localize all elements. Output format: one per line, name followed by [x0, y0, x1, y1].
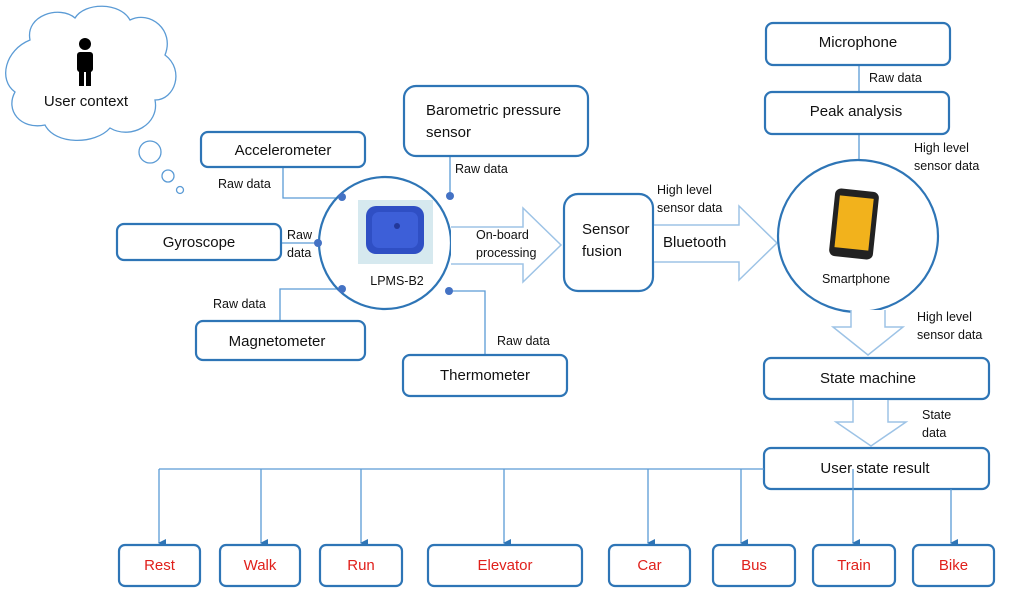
- accelerometer-label: Accelerometer: [235, 142, 332, 159]
- person-icon: [77, 38, 93, 86]
- port-dot: [446, 192, 454, 200]
- smartphone-node: Smartphone: [776, 158, 940, 314]
- data-label: data: [922, 426, 946, 440]
- thermometer-label: Thermometer: [440, 367, 530, 384]
- raw-data-label: Raw data: [497, 334, 550, 348]
- state-data-down-arrow: [833, 400, 909, 447]
- gyroscope-box: Gyroscope: [115, 222, 283, 262]
- state-box-bike: Bike: [911, 543, 996, 588]
- high-level-label: High level: [657, 183, 712, 197]
- state-box-elevator: Elevator: [426, 543, 584, 588]
- onboard-label-2: processing: [476, 246, 536, 260]
- bluetooth-label: Bluetooth: [663, 234, 726, 251]
- port-dot: [338, 193, 346, 201]
- imu-device-icon: [358, 200, 433, 264]
- barometric-label-1: Barometric pressure: [426, 102, 561, 119]
- state-label: Rest: [144, 557, 176, 574]
- sensor-fusion-box: Sensor fusion: [562, 192, 655, 293]
- state-box-train: Train: [811, 543, 897, 588]
- raw-data-label: Raw data: [869, 71, 922, 85]
- barometric-box: Barometric pressure sensor: [402, 84, 590, 158]
- port-dot: [338, 285, 346, 293]
- barometric-label-2: sensor: [426, 124, 471, 141]
- connector-magnetometer: [279, 288, 342, 321]
- high-level-down-arrow: [830, 310, 906, 356]
- onboard-arrow: [451, 206, 563, 284]
- user-state-label: User state result: [820, 460, 930, 477]
- raw-label: Raw: [287, 228, 313, 242]
- smartphone-icon: [829, 188, 879, 260]
- high-level-label: High level: [917, 310, 972, 324]
- smartphone-label: Smartphone: [822, 272, 890, 286]
- raw-data-label: Raw data: [455, 162, 508, 176]
- state-box-bus: Bus: [711, 543, 797, 588]
- state-box-rest: Rest: [117, 543, 202, 588]
- raw-data-label: Raw data: [218, 177, 271, 191]
- onboard-label-1: On-board: [476, 228, 529, 242]
- state-box-car: Car: [607, 543, 692, 588]
- sensor-data-label: sensor data: [914, 159, 979, 173]
- state-label: Run: [347, 557, 375, 574]
- connector-thermometer: [449, 290, 486, 355]
- gyroscope-label: Gyroscope: [163, 234, 236, 251]
- magnetometer-box: Magnetometer: [194, 319, 367, 362]
- microphone-label: Microphone: [819, 34, 897, 51]
- thermometer-box: Thermometer: [401, 353, 569, 398]
- data-label: data: [287, 246, 311, 260]
- activity-recognition-diagram: User context Accelerometer Raw data Gyro…: [5, 5, 996, 588]
- state-label: Walk: [244, 557, 277, 574]
- state-label: Train: [837, 557, 871, 574]
- magnetometer-label: Magnetometer: [229, 333, 326, 350]
- user-context-label: User context: [44, 93, 129, 110]
- state-label: Bike: [939, 557, 968, 574]
- state-machine-label: State machine: [820, 370, 916, 387]
- port-dot: [314, 239, 322, 247]
- sensor-data-label: sensor data: [657, 201, 722, 215]
- state-machine-box: State machine: [762, 356, 991, 401]
- peak-label: Peak analysis: [810, 103, 903, 120]
- accelerometer-box: Accelerometer: [199, 130, 367, 169]
- raw-data-label: Raw data: [213, 297, 266, 311]
- state-label: Car: [637, 557, 661, 574]
- fusion-label-1: Sensor: [582, 221, 630, 238]
- microphone-box: Microphone: [764, 21, 952, 67]
- user-context-cloud: User context: [5, 5, 185, 195]
- high-level-label: High level: [914, 141, 969, 155]
- peak-analysis-box: Peak analysis: [763, 90, 951, 136]
- fusion-label-2: fusion: [582, 243, 622, 260]
- state-box-run: Run: [318, 543, 404, 588]
- user-state-result-box: User state result: [762, 446, 991, 491]
- state-label: State: [922, 408, 951, 422]
- connector-accelerometer: [282, 167, 342, 199]
- state-label: Bus: [741, 557, 767, 574]
- port-dot: [445, 287, 453, 295]
- sensor-data-label: sensor data: [917, 328, 982, 342]
- state-label: Elevator: [477, 557, 532, 574]
- state-box-walk: Walk: [218, 543, 302, 588]
- lpms-label: LPMS-B2: [370, 274, 424, 288]
